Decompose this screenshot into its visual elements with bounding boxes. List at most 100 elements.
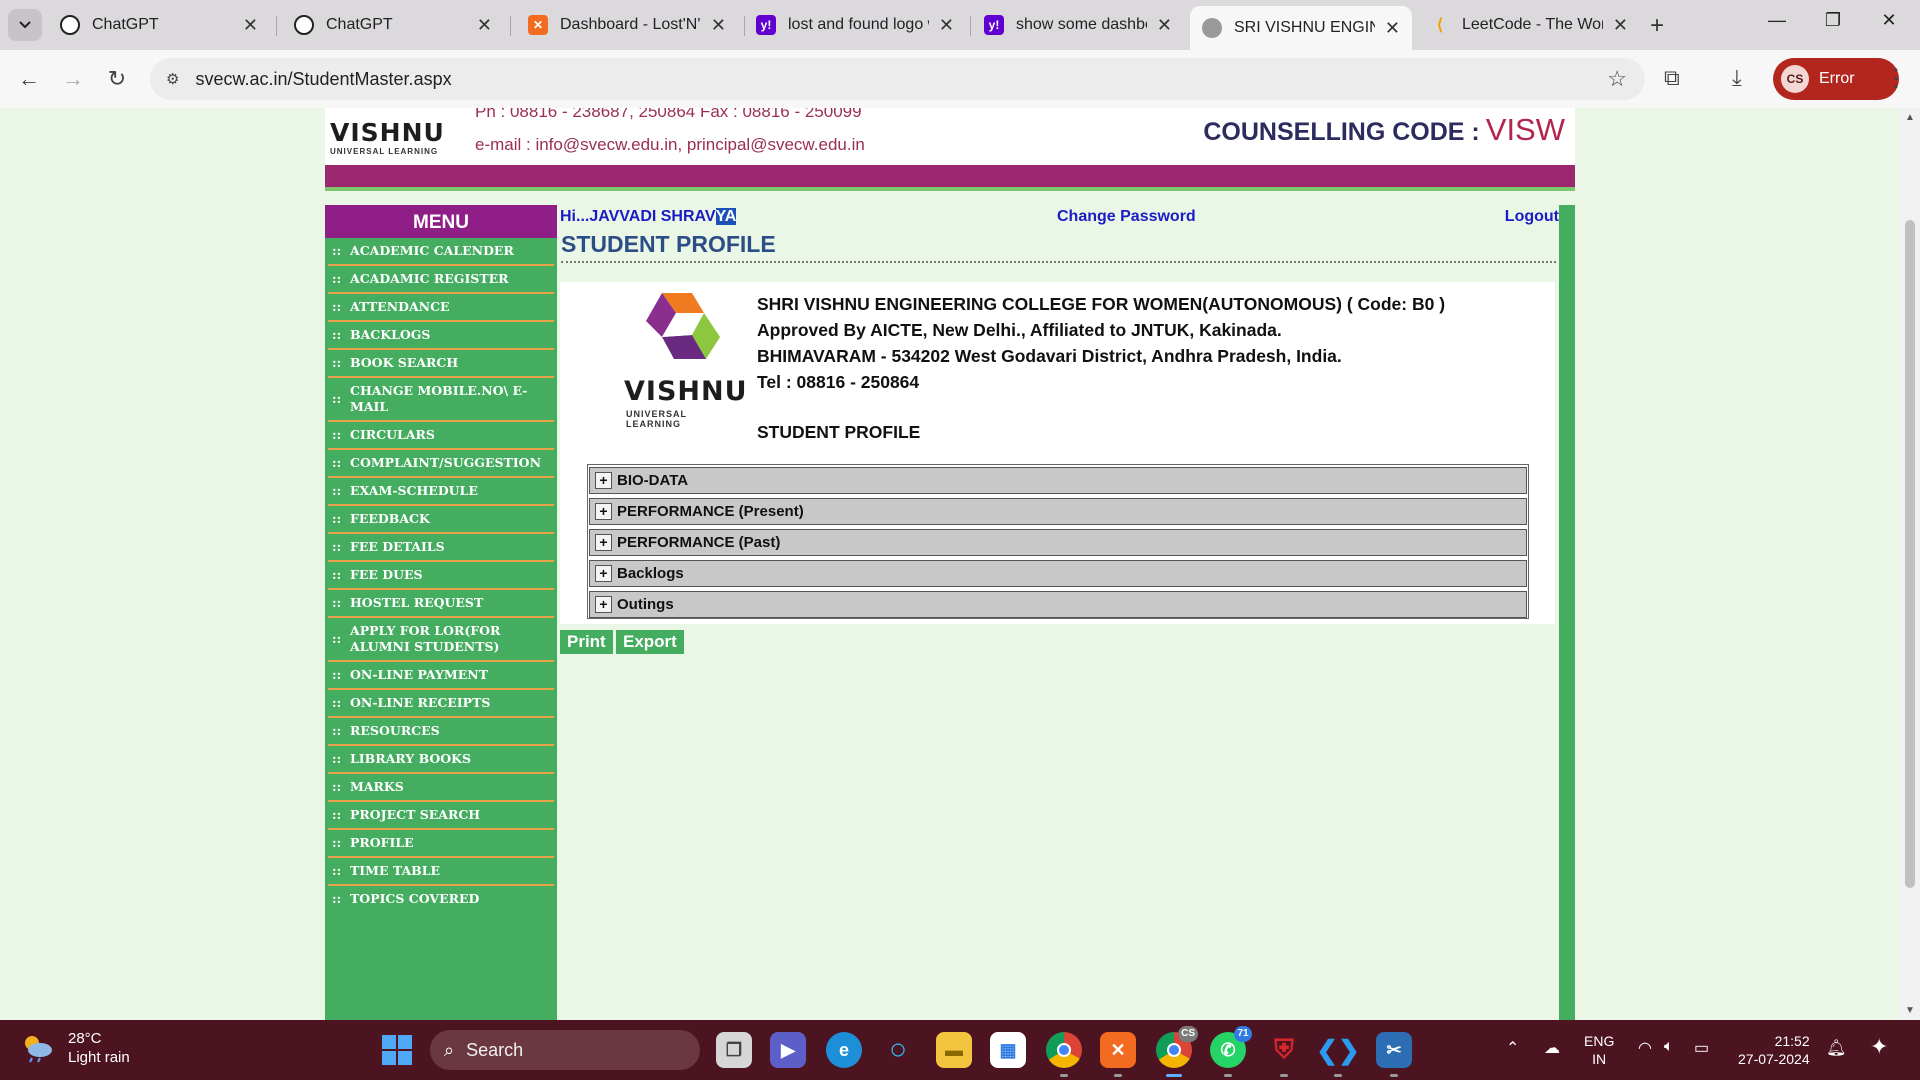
sidebar-item[interactable]: :: RESOURCES xyxy=(328,718,554,746)
sidebar-item[interactable]: :: FEE DUES xyxy=(328,562,554,590)
accordion-section[interactable]: + PERFORMANCE (Present) xyxy=(589,498,1527,525)
browser-tab[interactable]: y! show some dashboar ✕ xyxy=(972,6,1184,44)
close-icon[interactable]: ✕ xyxy=(711,15,726,36)
site-info-icon[interactable]: ⚙ xyxy=(166,70,179,88)
onedrive-cloud-icon[interactable]: ☁ xyxy=(1544,1038,1560,1058)
expand-plus-icon[interactable]: + xyxy=(595,503,612,520)
export-button[interactable]: Export xyxy=(616,630,684,654)
sidebar-item[interactable]: :: ON-LINE PAYMENT xyxy=(328,662,554,690)
sidebar-item[interactable]: :: ACADAMIC REGISTER xyxy=(328,266,554,294)
sidebar-item[interactable]: :: FEE DETAILS xyxy=(328,534,554,562)
mcafee-shield-icon[interactable]: ⛨ xyxy=(1266,1032,1302,1077)
battery-icon[interactable]: ▭ xyxy=(1694,1038,1709,1058)
sidebar-item[interactable]: :: FEEDBACK xyxy=(328,506,554,534)
browser-tab[interactable]: ChatGPT ✕ xyxy=(48,6,270,44)
close-icon[interactable]: ✕ xyxy=(939,15,954,36)
window-close-icon[interactable]: ✕ xyxy=(1866,10,1912,31)
sidebar-item-label: CHANGE MOBILE.NO\ E-MAIL xyxy=(350,383,528,414)
browser-tab-active[interactable]: SRI VISHNU ENGINEE ✕ xyxy=(1190,6,1412,50)
logout-link[interactable]: Logout xyxy=(1505,208,1559,226)
close-icon[interactable]: ✕ xyxy=(477,15,492,36)
close-icon[interactable]: ✕ xyxy=(1385,18,1400,39)
browser-tab[interactable]: y! lost and found logo w ✕ xyxy=(744,6,966,44)
taskbar-search[interactable]: ⌕ Search xyxy=(430,1030,700,1070)
forward-arrow-icon[interactable]: → xyxy=(58,66,88,92)
sidebar-item[interactable]: :: BACKLOGS xyxy=(328,322,554,350)
bookmark-star-icon[interactable]: ☆ xyxy=(1607,66,1627,92)
sidebar-item[interactable]: :: HOSTEL REQUEST xyxy=(328,590,554,618)
change-password-link[interactable]: Change Password xyxy=(1057,208,1196,226)
profile-button[interactable]: CS Error xyxy=(1773,58,1899,100)
chrome-icon[interactable] xyxy=(1046,1032,1082,1077)
expand-plus-icon[interactable]: + xyxy=(595,565,612,582)
close-icon[interactable]: ✕ xyxy=(1613,15,1628,36)
sidebar-item[interactable]: :: APPLY FOR LOR(FOR ALUMNI STUDENTS) xyxy=(328,618,554,662)
print-button[interactable]: Print xyxy=(560,630,613,654)
vscode-icon[interactable]: ❮❯ xyxy=(1316,1032,1360,1077)
browser-tab[interactable]: ⟨ LeetCode - The Worl ✕ xyxy=(1418,6,1640,44)
tray-chevron-up-icon[interactable]: ⌃ xyxy=(1506,1038,1519,1058)
weather-widget[interactable]: 28°C Light rain xyxy=(20,1030,130,1066)
speaker-icon[interactable]: 🔈︎ xyxy=(1664,1038,1674,1056)
reload-icon[interactable]: ↻ xyxy=(102,66,132,92)
xampp-taskbar-icon[interactable]: ✕ xyxy=(1100,1032,1136,1077)
sidebar-item[interactable]: :: LIBRARY BOOKS xyxy=(328,746,554,774)
download-icon[interactable]: ⤓ xyxy=(1732,65,1742,91)
microsoft-store-icon[interactable]: ▦ xyxy=(990,1032,1026,1068)
browser-tab[interactable]: ChatGPT ✕ xyxy=(282,6,504,44)
sidebar-item[interactable]: :: CHANGE MOBILE.NO\ E-MAIL xyxy=(328,378,554,422)
teams-meet-icon[interactable]: ▶ xyxy=(770,1032,806,1068)
browser-menu-icon[interactable]: ⋮ xyxy=(1884,64,1908,93)
sidebar-item[interactable]: :: ATTENDANCE xyxy=(328,294,554,322)
whatsapp-icon[interactable]: ✆ 71 xyxy=(1210,1026,1252,1077)
sidebar-item[interactable]: :: COMPLAINT/SUGGESTION xyxy=(328,450,554,478)
task-view-icon[interactable]: ❐ xyxy=(716,1032,752,1068)
language-indicator[interactable]: ENG IN xyxy=(1584,1032,1614,1068)
accordion-section[interactable]: + Backlogs xyxy=(589,560,1527,587)
system-clock[interactable]: 21:52 27-07-2024 xyxy=(1738,1032,1810,1068)
sidebar-item[interactable]: :: EXAM-SCHEDULE xyxy=(328,478,554,506)
file-explorer-icon[interactable]: ▬ xyxy=(936,1032,972,1068)
sidebar-item[interactable]: :: ON-LINE RECEIPTS xyxy=(328,690,554,718)
scroll-up-arrow-icon[interactable]: ▲ xyxy=(1905,112,1915,123)
sidebar-item-label: BACKLOGS xyxy=(350,327,431,342)
close-icon[interactable]: ✕ xyxy=(243,15,258,36)
accordion-section[interactable]: + PERFORMANCE (Past) xyxy=(589,529,1527,556)
extensions-puzzle-icon[interactable]: ⧉ xyxy=(1664,65,1680,91)
wifi-icon[interactable]: ◠ xyxy=(1638,1038,1652,1058)
close-icon[interactable]: ✕ xyxy=(1157,15,1172,36)
new-tab-plus-icon[interactable]: + xyxy=(1650,12,1664,40)
edge-icon[interactable]: e xyxy=(826,1032,862,1068)
address-bar-url[interactable]: svecw.ac.in/StudentMaster.aspx xyxy=(195,69,451,90)
page-scrollbar[interactable]: ▲ ▼ xyxy=(1900,108,1920,1020)
scroll-down-arrow-icon[interactable]: ▼ xyxy=(1905,1005,1915,1016)
restore-icon[interactable]: ❐ xyxy=(1810,10,1856,31)
sidebar-item[interactable]: :: ACADEMIC CALENDER xyxy=(328,238,554,266)
sidebar-item[interactable]: :: BOOK SEARCH xyxy=(328,350,554,378)
scrollbar-thumb[interactable] xyxy=(1905,220,1915,888)
tab-search-button[interactable] xyxy=(8,9,42,41)
sidebar-item[interactable]: :: PROFILE xyxy=(328,830,554,858)
copilot-icon[interactable]: ✦ xyxy=(1870,1034,1888,1060)
sidebar-item[interactable]: :: CIRCULARS xyxy=(328,422,554,450)
snipping-tool-icon[interactable]: ✂ xyxy=(1376,1032,1412,1077)
sidebar-item-label: HOSTEL REQUEST xyxy=(350,595,484,610)
accordion-section[interactable]: + BIO-DATA xyxy=(589,467,1527,494)
notification-bell-icon[interactable]: 🔔︎ xyxy=(1826,1038,1846,1058)
chrome-profile-icon[interactable]: CS xyxy=(1156,1026,1198,1077)
college-name: SHRI VISHNU ENGINEERING COLLEGE FOR WOME… xyxy=(757,294,1446,314)
sidebar-item[interactable]: :: TIME TABLE xyxy=(328,858,554,886)
sidebar-item[interactable]: :: PROJECT SEARCH xyxy=(328,802,554,830)
browser-tab[interactable]: ✕ Dashboard - Lost'N'F ✕ xyxy=(516,6,738,44)
sidebar-item[interactable]: :: MARKS xyxy=(328,774,554,802)
minimize-icon[interactable]: — xyxy=(1754,10,1800,31)
sidebar-item[interactable]: :: TOPICS COVERED xyxy=(328,886,554,912)
expand-plus-icon[interactable]: + xyxy=(595,472,612,489)
accordion-section[interactable]: + Outings xyxy=(589,591,1527,618)
windows-start-icon[interactable] xyxy=(382,1035,412,1065)
expand-plus-icon[interactable]: + xyxy=(595,534,612,551)
expand-plus-icon[interactable]: + xyxy=(595,596,612,613)
cortana-icon[interactable]: ○ xyxy=(880,1032,916,1068)
address-bar[interactable]: ⚙ svecw.ac.in/StudentMaster.aspx ☆ xyxy=(150,58,1645,100)
back-arrow-icon[interactable]: ← xyxy=(14,66,44,92)
